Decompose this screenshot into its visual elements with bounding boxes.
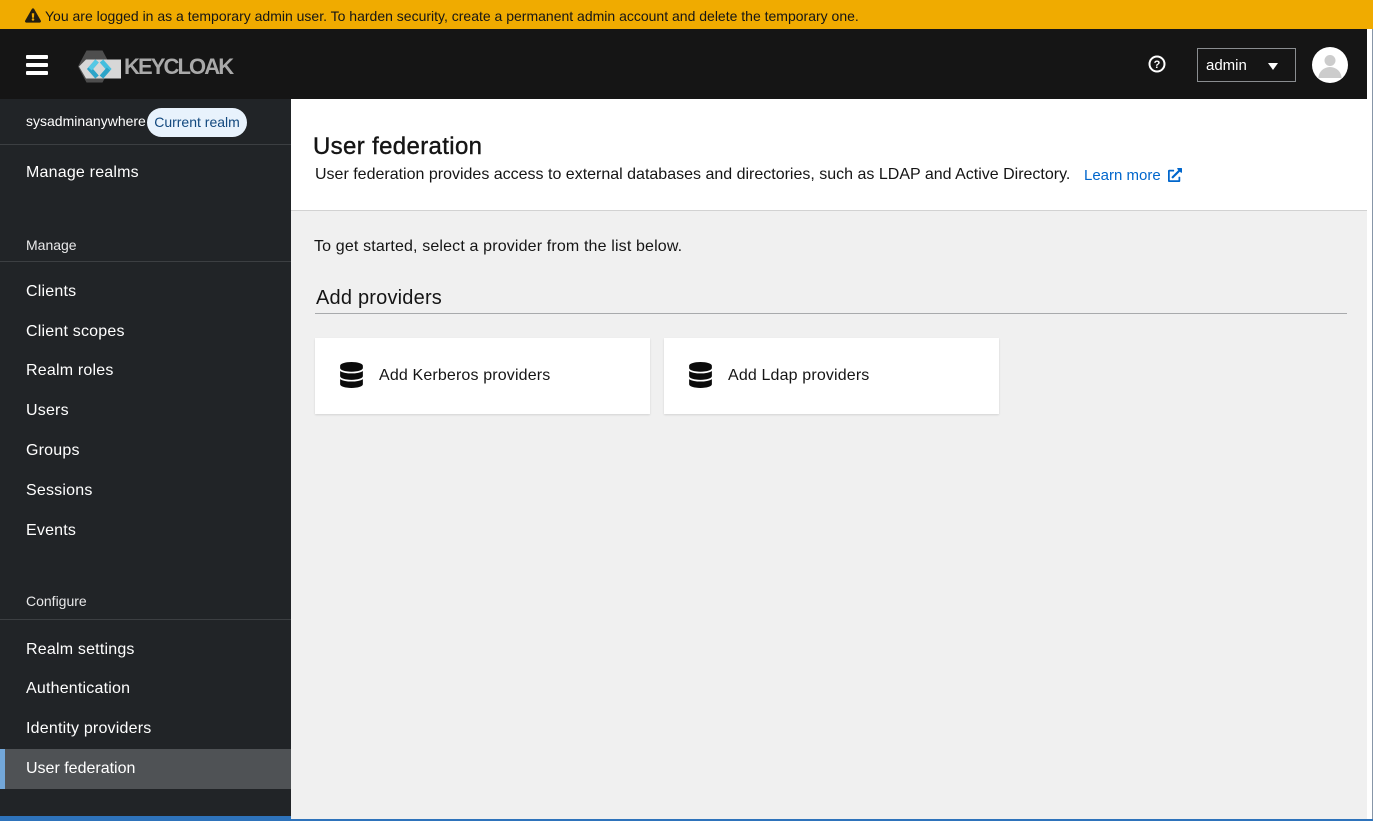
- svg-text:?: ?: [1154, 59, 1161, 71]
